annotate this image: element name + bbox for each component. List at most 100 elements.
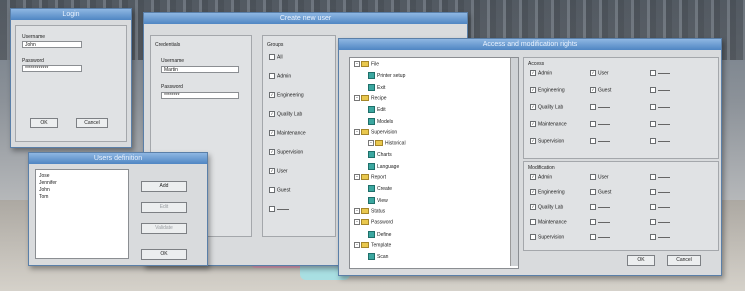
checkbox-box[interactable] <box>590 219 596 225</box>
rights-checkbox[interactable] <box>650 219 670 225</box>
rights-checkbox[interactable] <box>650 87 670 93</box>
access-ok-button[interactable]: OK <box>627 255 655 266</box>
checkbox-box[interactable] <box>590 138 596 144</box>
tree-node[interactable]: − Historical <box>368 140 406 146</box>
tree-node[interactable]: − Status <box>354 207 385 214</box>
rights-checkbox[interactable]: Supervision <box>530 234 564 240</box>
checkbox-box[interactable]: ✓ <box>530 138 536 144</box>
checkbox-box[interactable] <box>269 187 275 193</box>
group-checkbox[interactable]: Guest <box>269 187 290 193</box>
rights-checkbox[interactable]: Guest <box>590 189 611 195</box>
checkbox-box[interactable] <box>590 234 596 240</box>
rights-checkbox[interactable] <box>650 70 670 76</box>
rights-checkbox[interactable]: ✓ Supervision <box>530 138 564 144</box>
users-ok-button[interactable]: OK <box>141 249 187 260</box>
rights-checkbox[interactable]: ✓ Engineering <box>530 189 565 195</box>
group-checkbox[interactable]: Admin <box>269 73 291 79</box>
checkbox-box[interactable] <box>590 121 596 127</box>
checkbox-box[interactable]: ✓ <box>530 121 536 127</box>
rights-checkbox[interactable]: ✓ Quality Lab <box>530 204 563 210</box>
checkbox-box[interactable]: ✓ <box>530 174 536 180</box>
checkbox-box[interactable] <box>650 70 656 76</box>
tree-node[interactable]: − Report <box>354 174 386 180</box>
user-list-item[interactable]: Jose <box>39 173 50 179</box>
tree-node[interactable]: View <box>368 196 388 204</box>
validate-button[interactable]: Validate <box>141 223 187 234</box>
rights-checkbox[interactable]: ✓ User <box>590 70 609 76</box>
rights-checkbox[interactable] <box>590 138 610 144</box>
group-checkbox[interactable] <box>269 206 289 212</box>
checkbox-box[interactable]: ✓ <box>269 149 275 155</box>
checkbox-box[interactable]: ✓ <box>590 87 596 93</box>
group-checkbox[interactable]: All <box>269 54 283 60</box>
rights-checkbox[interactable]: ✓ Engineering <box>530 87 565 93</box>
rights-checkbox[interactable]: ✓ Admin <box>530 70 552 76</box>
user-list-item[interactable]: Tom <box>39 194 48 200</box>
tree-node[interactable]: − Supervision <box>354 128 397 135</box>
rights-checkbox[interactable] <box>650 138 670 144</box>
checkbox-box[interactable] <box>530 219 536 225</box>
rights-checkbox[interactable] <box>590 234 610 240</box>
tree-node[interactable]: Printer setup <box>368 72 405 80</box>
checkbox-box[interactable] <box>269 206 275 212</box>
checkbox-box[interactable]: ✓ <box>530 87 536 93</box>
rights-checkbox[interactable]: ✓ Quality Lab <box>530 104 563 110</box>
rights-checkbox[interactable]: ✓ Guest <box>590 87 611 93</box>
user-list-item[interactable]: Jennifer <box>39 180 57 186</box>
expand-icon[interactable]: − <box>354 207 360 214</box>
rights-checkbox[interactable] <box>650 189 670 195</box>
checkbox-box[interactable] <box>650 189 656 195</box>
checkbox-box[interactable]: ✓ <box>269 130 275 136</box>
tree-node[interactable]: Charts <box>368 151 392 159</box>
checkbox-box[interactable] <box>650 234 656 240</box>
checkbox-box[interactable] <box>650 138 656 144</box>
checkbox-box[interactable] <box>650 219 656 225</box>
menu-tree[interactable]: − File Printer setup Exit − Recipe Edit Models −… <box>349 57 519 269</box>
checkbox-box[interactable] <box>590 189 596 195</box>
expand-icon[interactable]: − <box>354 241 360 248</box>
rights-checkbox[interactable] <box>650 121 670 127</box>
cancel-button[interactable]: Cancel <box>76 118 108 128</box>
group-checkbox[interactable]: ✓ User <box>269 168 288 174</box>
tree-node[interactable]: Language <box>368 162 399 170</box>
new-password-field[interactable]: ******** <box>161 92 239 99</box>
password-field[interactable]: ************ <box>22 65 82 72</box>
group-checkbox[interactable]: ✓ Engineering <box>269 92 304 98</box>
tree-scrollbar[interactable] <box>510 58 518 266</box>
checkbox-box[interactable] <box>650 104 656 110</box>
rights-checkbox[interactable] <box>650 174 670 180</box>
rights-checkbox[interactable] <box>590 219 610 225</box>
ok-button[interactable]: OK <box>30 118 58 128</box>
tree-node[interactable]: Exit <box>368 83 385 91</box>
checkbox-box[interactable]: ✓ <box>530 104 536 110</box>
group-checkbox[interactable]: ✓ Quality Lab <box>269 111 302 117</box>
checkbox-box[interactable]: ✓ <box>530 204 536 210</box>
checkbox-box[interactable]: ✓ <box>590 70 596 76</box>
checkbox-box[interactable] <box>650 121 656 127</box>
expand-icon[interactable]: − <box>354 61 360 67</box>
checkbox-box[interactable] <box>269 73 275 79</box>
checkbox-box[interactable] <box>530 234 536 240</box>
group-checkbox[interactable]: ✓ Maintenance <box>269 130 306 136</box>
checkbox-box[interactable]: ✓ <box>530 70 536 76</box>
rights-checkbox[interactable]: Maintenance <box>530 219 567 225</box>
checkbox-box[interactable]: ✓ <box>530 189 536 195</box>
tree-node[interactable]: − Recipe <box>354 94 387 101</box>
expand-icon[interactable]: − <box>354 174 360 180</box>
group-checkbox[interactable]: ✓ Supervision <box>269 149 303 155</box>
new-username-field[interactable]: Martin <box>161 66 239 73</box>
checkbox-box[interactable] <box>650 87 656 93</box>
checkbox-box[interactable]: ✓ <box>269 92 275 98</box>
rights-checkbox[interactable] <box>590 104 610 110</box>
rights-checkbox[interactable] <box>590 204 610 210</box>
tree-node[interactable]: − Template <box>354 241 391 248</box>
checkbox-box[interactable] <box>590 104 596 110</box>
rights-checkbox[interactable] <box>650 104 670 110</box>
tree-node[interactable]: − Password <box>354 219 393 226</box>
rights-checkbox[interactable] <box>650 204 670 210</box>
access-cancel-button[interactable]: Cancel <box>667 255 701 266</box>
rights-checkbox[interactable] <box>590 121 610 127</box>
checkbox-box[interactable]: ✓ <box>269 168 275 174</box>
rights-checkbox[interactable]: ✓ Admin <box>530 174 552 180</box>
expand-icon[interactable]: − <box>354 128 360 135</box>
